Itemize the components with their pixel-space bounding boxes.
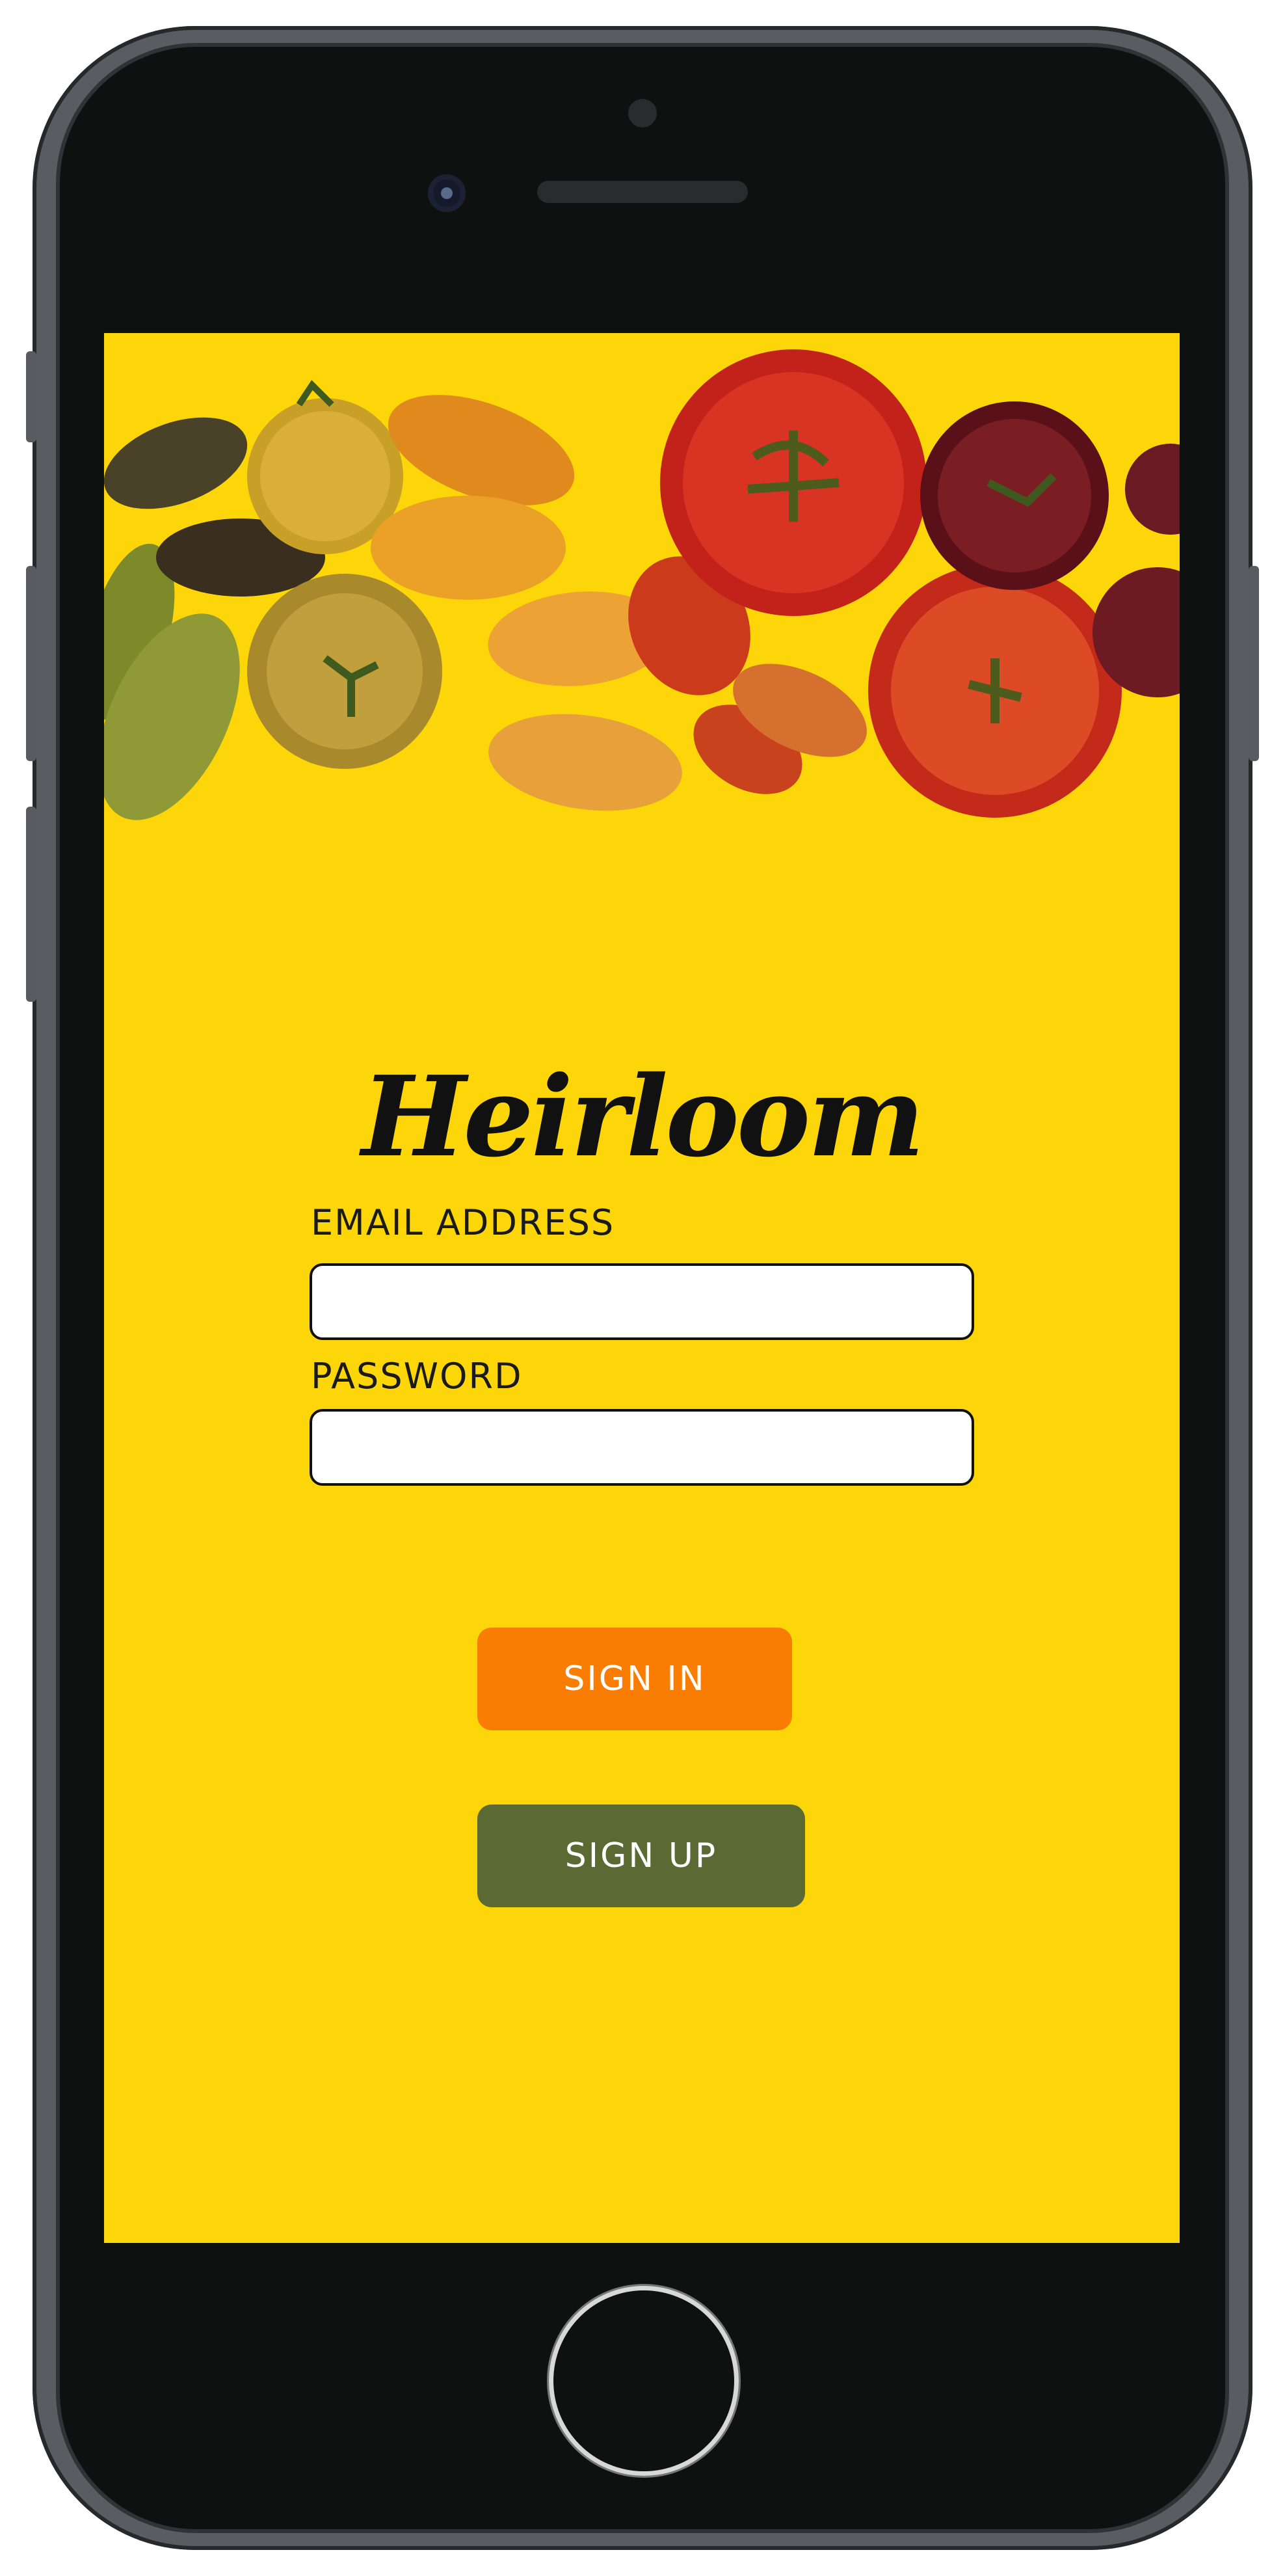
volume-up-button [26, 566, 36, 761]
sign-in-button[interactable]: SIGN IN [477, 1628, 792, 1730]
sign-up-label: SIGN UP [564, 1836, 718, 1875]
password-field[interactable] [310, 1409, 974, 1486]
email-field[interactable] [310, 1263, 974, 1340]
earpiece-speaker [537, 181, 748, 203]
sign-in-label: SIGN IN [563, 1659, 706, 1698]
volume-down-button [26, 807, 36, 1002]
home-button[interactable] [549, 2286, 739, 2476]
device-mockup: Heirloom EMAIL ADDRESS PASSWORD SIGN IN … [0, 0, 1285, 2576]
proximity-sensor [628, 99, 657, 127]
power-button [1249, 566, 1259, 761]
app-logo: Heirloom [361, 1052, 925, 1182]
login-screen: Heirloom EMAIL ADDRESS PASSWORD SIGN IN … [104, 333, 1180, 2243]
sign-up-button[interactable]: SIGN UP [477, 1805, 805, 1907]
password-label: PASSWORD [311, 1356, 523, 1397]
mute-switch [26, 351, 36, 442]
tomato-banner-image [104, 349, 1180, 820]
email-label: EMAIL ADDRESS [311, 1202, 615, 1243]
front-camera-icon [428, 174, 466, 212]
